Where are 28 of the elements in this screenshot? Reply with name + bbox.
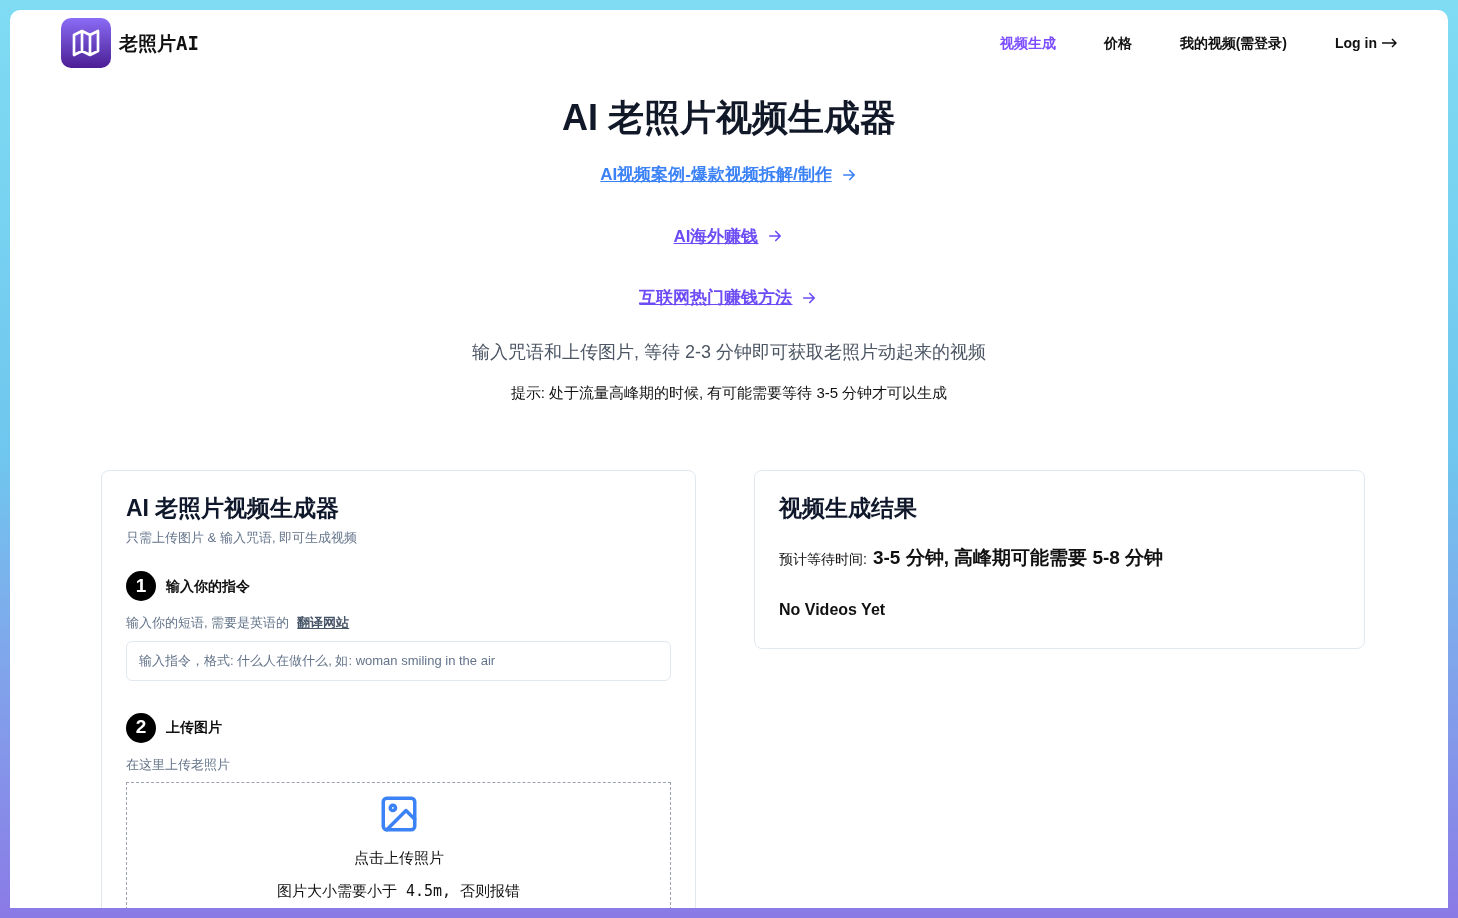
logo-text: 老照片AI bbox=[119, 30, 199, 56]
empty-state-text: No Videos Yet bbox=[779, 600, 887, 620]
nav-link[interactable]: 我的视频(需登录) bbox=[1179, 32, 1287, 54]
step-number: 2 bbox=[126, 712, 156, 743]
prompt-input[interactable]: 输入指令，格式: 什么人在做什么, 如: woman smiling in the air bbox=[126, 640, 671, 681]
hint-text: 输入你的短语, 需要是英语的 bbox=[126, 614, 290, 632]
intro-text: 输入咒语和上传图片, 等待 2-3 分钟即可获取老照片动起来的视频 bbox=[472, 340, 986, 364]
upload-note: 图片大小需要小于 4.5m, 否则报错 bbox=[276, 880, 521, 902]
step-title: 输入你的指令 bbox=[166, 576, 250, 596]
step-number: 1 bbox=[126, 571, 156, 601]
tip-text: 提示: 处于流量高峰期的时候, 有可能需要等待 3-5 分钟才可以生成 bbox=[510, 382, 948, 403]
nav-link[interactable]: 视频生成 bbox=[999, 32, 1056, 54]
upload-dropzone[interactable]: 点击上传照片 图片大小需要小于 4.5m, 否则报错 bbox=[126, 782, 671, 908]
page-title: AI 老照片视频生成器 bbox=[562, 96, 896, 140]
nav-link[interactable]: 价格 bbox=[1103, 32, 1132, 54]
wait-value: 3-5 分钟, 高峰期可能需要 5-8 分钟 bbox=[872, 545, 1164, 570]
logo-icon bbox=[61, 18, 111, 68]
translate-link[interactable]: 翻译网站 bbox=[297, 613, 350, 633]
card-title: 视频生成结果 bbox=[779, 494, 918, 523]
login-link[interactable]: Log in bbox=[1335, 32, 1397, 54]
step-title: 上传图片 bbox=[166, 718, 222, 737]
card-title: AI 老照片视频生成器 bbox=[126, 494, 341, 523]
card-subtitle: 只需上传图片 & 输入咒语, 即可生成视频 bbox=[126, 528, 359, 547]
upload-label: 点击上传照片 bbox=[353, 848, 444, 868]
article-link[interactable]: AI海外赚钱 bbox=[673, 223, 785, 249]
hint-text: 在这里上传老照片 bbox=[126, 755, 231, 774]
arrow-right-icon bbox=[1381, 38, 1397, 48]
wait-label: 预计等待时间: bbox=[779, 549, 867, 569]
